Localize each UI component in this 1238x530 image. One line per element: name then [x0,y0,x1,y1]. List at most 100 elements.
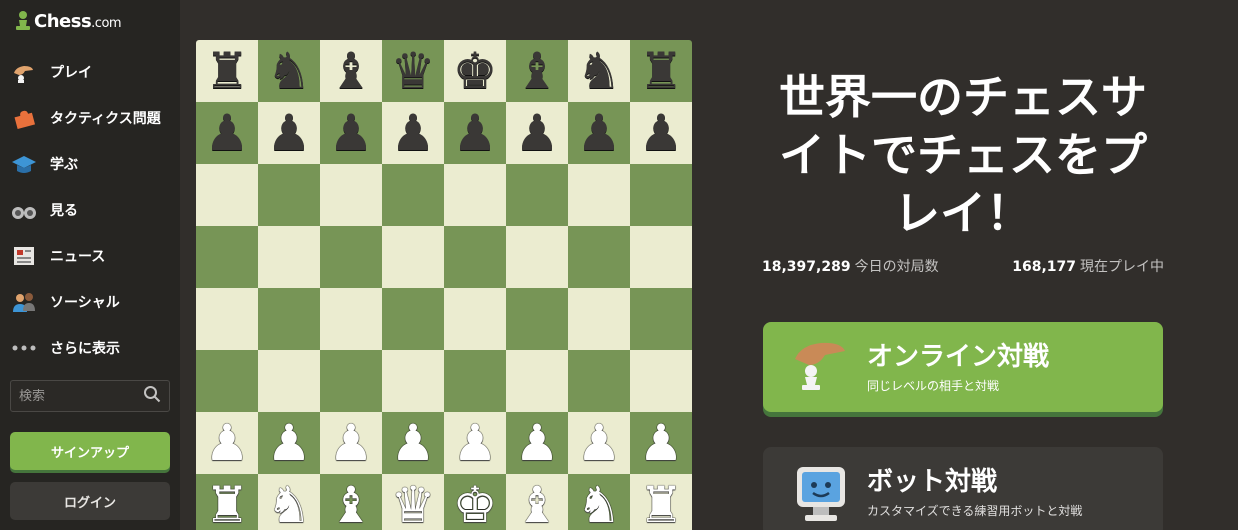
board-square[interactable] [444,288,506,350]
board-square[interactable] [320,350,382,412]
board-square[interactable]: ♛ [382,474,444,530]
board-square[interactable]: ♟ [630,102,692,164]
board-square[interactable] [630,350,692,412]
board-square[interactable] [196,350,258,412]
white-piece[interactable]: ♟ [205,418,250,468]
play-online-button[interactable]: オンライン対戦 同じレベルの相手と対戦 [763,322,1163,412]
chess-board[interactable]: ♜ ♞ ♝ ♛ ♚ ♝ ♞ ♜ ♟ ♟ ♟ ♟ ♟ ♟ ♟ ♟ ♟ ♟ ♟ ♟ ♟ ♟ ♟ ♟ ♜ ♞ ♝ ♛ ♚ ♝ ♞ ♜ [196,40,692,530]
board-square[interactable]: ♟ [444,102,506,164]
black-piece[interactable]: ♜ [639,46,684,96]
black-piece[interactable]: ♟ [267,108,312,158]
board-square[interactable]: ♛ [382,40,444,102]
board-square[interactable]: ♟ [568,412,630,474]
board-square[interactable] [506,350,568,412]
board-square[interactable] [258,164,320,226]
board-square[interactable]: ♝ [320,474,382,530]
board-square[interactable] [506,288,568,350]
board-square[interactable]: ♝ [506,474,568,530]
black-piece[interactable]: ♟ [577,108,622,158]
board-square[interactable] [568,226,630,288]
black-piece[interactable]: ♛ [391,46,436,96]
board-square[interactable]: ♟ [506,412,568,474]
board-square[interactable] [630,164,692,226]
white-piece[interactable]: ♜ [205,480,250,530]
board-square[interactable]: ♟ [258,102,320,164]
board-square[interactable] [258,226,320,288]
board-square[interactable]: ♞ [568,474,630,530]
black-piece[interactable]: ♟ [205,108,250,158]
black-piece[interactable]: ♟ [515,108,560,158]
board-square[interactable] [444,226,506,288]
board-square[interactable]: ♟ [320,412,382,474]
board-square[interactable]: ♟ [382,102,444,164]
board-square[interactable] [382,288,444,350]
chess-com-logo[interactable]: Chess.com [14,10,122,32]
board-square[interactable]: ♟ [196,412,258,474]
black-piece[interactable]: ♞ [577,46,622,96]
signup-button[interactable]: サインアップ [10,432,170,470]
black-piece[interactable]: ♞ [267,46,312,96]
black-piece[interactable]: ♟ [391,108,436,158]
board-square[interactable]: ♟ [320,102,382,164]
black-piece[interactable]: ♟ [329,108,374,158]
board-square[interactable]: ♞ [258,474,320,530]
sidebar-item-puzzles[interactable]: タクティクス問題 [10,98,170,138]
board-square[interactable]: ♝ [506,40,568,102]
board-square[interactable] [444,350,506,412]
black-piece[interactable]: ♝ [515,46,560,96]
board-square[interactable] [320,288,382,350]
white-piece[interactable]: ♞ [267,480,312,530]
board-square[interactable] [382,226,444,288]
board-square[interactable] [196,164,258,226]
board-square[interactable] [630,226,692,288]
white-piece[interactable]: ♟ [515,418,560,468]
board-square[interactable]: ♜ [630,40,692,102]
play-bot-button[interactable]: ボット対戦 カスタマイズできる練習用ボットと対戦 [763,447,1163,530]
black-piece[interactable]: ♝ [329,46,374,96]
black-piece[interactable]: ♚ [453,46,498,96]
board-square[interactable] [382,164,444,226]
board-square[interactable] [568,288,630,350]
white-piece[interactable]: ♟ [267,418,312,468]
white-piece[interactable]: ♞ [577,480,622,530]
black-piece[interactable]: ♟ [639,108,684,158]
board-square[interactable] [568,164,630,226]
board-square[interactable]: ♟ [630,412,692,474]
board-square[interactable] [258,350,320,412]
sidebar-item-learn[interactable]: 学ぶ [10,144,170,184]
board-square[interactable]: ♞ [258,40,320,102]
white-piece[interactable]: ♚ [453,480,498,530]
login-button[interactable]: ログイン [10,482,170,520]
board-square[interactable]: ♟ [506,102,568,164]
white-piece[interactable]: ♟ [391,418,436,468]
board-square[interactable] [444,164,506,226]
sidebar-item-social[interactable]: ソーシャル [10,282,170,322]
board-square[interactable]: ♜ [196,474,258,530]
board-square[interactable]: ♟ [568,102,630,164]
board-square[interactable]: ♟ [382,412,444,474]
white-piece[interactable]: ♟ [329,418,374,468]
white-piece[interactable]: ♟ [453,418,498,468]
board-square[interactable]: ♟ [444,412,506,474]
search-input[interactable] [19,388,139,404]
white-piece[interactable]: ♝ [515,480,560,530]
white-piece[interactable]: ♛ [391,480,436,530]
board-square[interactable]: ♚ [444,40,506,102]
board-square[interactable] [196,288,258,350]
search-icon[interactable] [143,385,161,407]
board-square[interactable]: ♝ [320,40,382,102]
white-piece[interactable]: ♜ [639,480,684,530]
board-square[interactable] [258,288,320,350]
board-square[interactable]: ♜ [196,40,258,102]
board-square[interactable] [320,226,382,288]
board-square[interactable] [382,350,444,412]
board-square[interactable]: ♜ [630,474,692,530]
board-square[interactable] [320,164,382,226]
board-square[interactable] [568,350,630,412]
board-square[interactable] [506,164,568,226]
sidebar-item-watch[interactable]: 見る [10,190,170,230]
board-square[interactable] [196,226,258,288]
board-square[interactable]: ♞ [568,40,630,102]
sidebar-item-play[interactable]: プレイ [10,52,170,92]
black-piece[interactable]: ♜ [205,46,250,96]
